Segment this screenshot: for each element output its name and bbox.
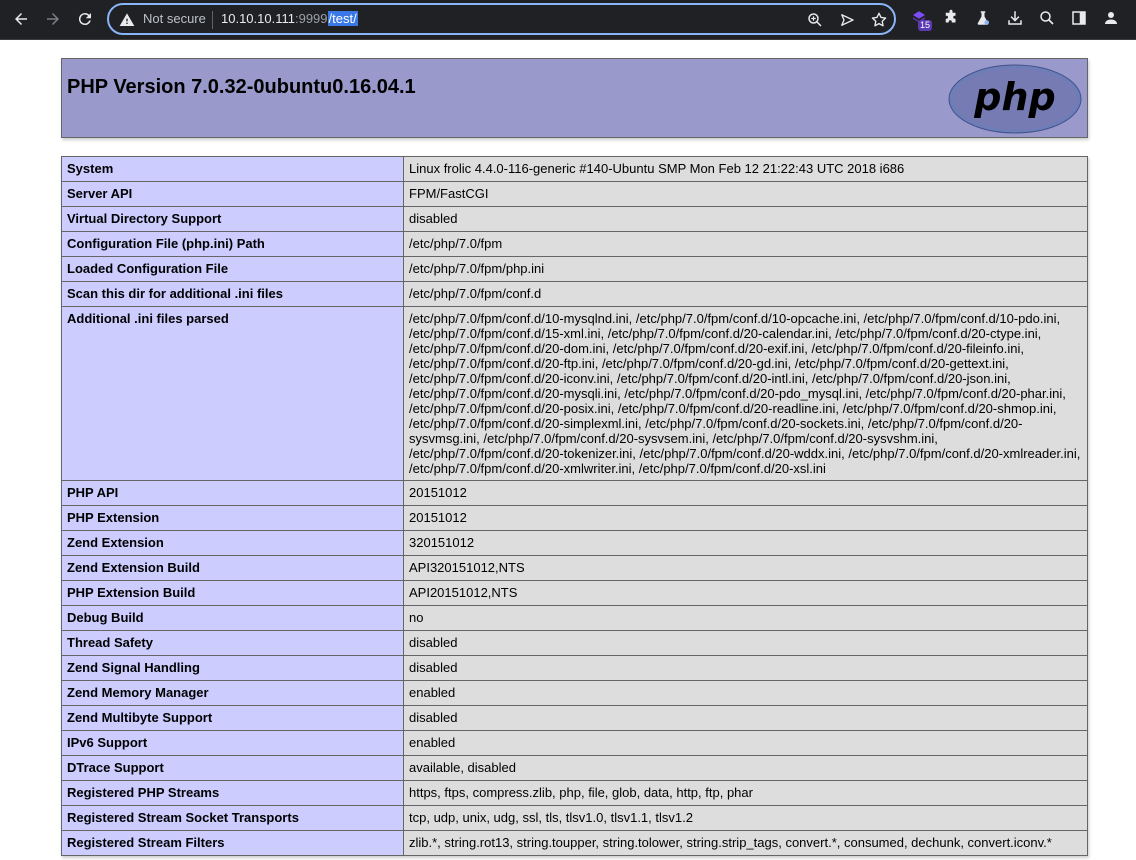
row-value: 20151012 — [403, 505, 1088, 531]
row-key: Thread Safety — [61, 630, 404, 656]
table-row: Zend Extension Build API320151012,NTS — [61, 555, 1088, 581]
url-path: /test/ — [327, 11, 358, 26]
table-row: PHP API 20151012 — [61, 480, 1088, 506]
url-host: 10.10.10.111 — [221, 11, 295, 26]
row-value: disabled — [403, 206, 1088, 232]
row-value: API320151012,NTS — [403, 555, 1088, 581]
url-port: :9999 — [294, 11, 328, 26]
table-row: Additional .ini files parsed/etc/php/7.0… — [61, 306, 1088, 481]
row-value: /etc/php/7.0/fpm/conf.d/10-mysqlnd.ini, … — [403, 306, 1088, 481]
download-icon[interactable] — [1006, 9, 1024, 27]
row-value: API20151012,NTS — [403, 580, 1088, 606]
reload-icon — [78, 13, 91, 26]
row-key: Zend Extension — [61, 530, 404, 556]
php-logo-icon[interactable]: php — [948, 64, 1082, 134]
table-row: Registered PHP Streams https, ftps, compr… — [61, 780, 1088, 806]
table-row: Zend Multibyte Support disabled — [61, 705, 1088, 731]
table-row: Server API FPM/FastCGI — [61, 181, 1088, 207]
table-row: Zend Memory Manager enabled — [61, 680, 1088, 706]
row-key: Zend Extension Build — [61, 555, 404, 581]
profile-icon[interactable] — [1102, 9, 1120, 27]
table-row: Thread Safety disabled — [61, 630, 1088, 656]
row-key: PHP Extension — [61, 505, 404, 531]
table-row: Zend Signal Handling disabled — [61, 655, 1088, 681]
lab-icon[interactable] — [974, 9, 992, 27]
php-info-table: System Linux frolic 4.4.0-116-generic #14… — [61, 156, 1088, 856]
table-row: Scan this dir for additional .ini files /… — [61, 281, 1088, 307]
separator — [212, 11, 213, 29]
search-icon[interactable] — [1038, 9, 1056, 27]
row-value: FPM/FastCGI — [403, 181, 1088, 207]
row-key: DTrace Support — [61, 755, 404, 781]
row-key: Registered Stream Filters — [61, 830, 404, 856]
row-value: available, disabled — [403, 755, 1088, 781]
php-logo-text: php — [973, 75, 1055, 119]
forward-icon — [47, 13, 59, 25]
table-row: Virtual Directory Support disabled — [61, 206, 1088, 232]
row-key: Zend Signal Handling — [61, 655, 404, 681]
url-text[interactable]: 10.10.10.111:9999/test/ — [221, 11, 358, 27]
extension-badge: 15 — [918, 20, 933, 31]
row-value: no — [403, 605, 1088, 631]
row-key: PHP Extension Build — [61, 580, 404, 606]
row-value: https, ftps, compress.zlib, php, file, g… — [403, 780, 1088, 806]
row-value: disabled — [403, 630, 1088, 656]
row-key: Zend Multibyte Support — [61, 705, 404, 731]
page-title: PHP Version 7.0.32-0ubuntu0.16.04.1 — [67, 76, 416, 98]
table-row: System Linux frolic 4.4.0-116-generic #14… — [61, 156, 1088, 182]
table-row: Loaded Configuration File/etc/php/7.0/fp… — [61, 256, 1088, 282]
security-label[interactable]: Not secure — [143, 11, 206, 27]
sidepanel-icon[interactable] — [1070, 9, 1088, 27]
reload-button[interactable] — [71, 6, 99, 32]
address-bar[interactable]: Not secure 10.10.10.111:9999/test/ — [107, 3, 896, 35]
send-icon[interactable] — [838, 11, 856, 29]
row-key: PHP API — [61, 480, 404, 506]
row-key: Server API — [61, 181, 404, 207]
row-key: Registered PHP Streams — [61, 780, 404, 806]
row-value: 20151012 — [403, 480, 1088, 506]
row-value: disabled — [403, 655, 1088, 681]
row-value: 320151012 — [403, 530, 1088, 556]
row-value: /etc/php/7.0/fpm/php.ini — [403, 256, 1088, 282]
table-row: Debug Build no — [61, 605, 1088, 631]
row-value: tcp, udp, unix, udg, ssl, tls, tlsv1.0, … — [403, 805, 1088, 831]
row-key: Scan this dir for additional .ini files — [61, 281, 404, 307]
table-row: IPv6 Support enabled — [61, 730, 1088, 756]
zoom-icon[interactable] — [806, 11, 824, 29]
back-icon — [15, 13, 27, 25]
row-value: enabled — [403, 730, 1088, 756]
table-row: PHP Extension 20151012 — [61, 505, 1088, 531]
row-key: Additional .ini files parsed — [61, 306, 404, 481]
row-key: IPv6 Support — [61, 730, 404, 756]
row-key: System — [61, 156, 404, 182]
row-key: Zend Memory Manager — [61, 680, 404, 706]
warning-icon — [119, 13, 135, 26]
table-row: Zend Extension 320151012 — [61, 530, 1088, 556]
row-value: /etc/php/7.0/fpm — [403, 231, 1088, 257]
row-key: Virtual Directory Support — [61, 206, 404, 232]
row-key: Registered Stream Socket Transports — [61, 805, 404, 831]
table-row: Registered Stream Filters zlib.*, string.… — [61, 830, 1088, 856]
star-icon[interactable] — [870, 11, 888, 29]
row-value: /etc/php/7.0/fpm/conf.d — [403, 281, 1088, 307]
row-key: Debug Build — [61, 605, 404, 631]
forward-button[interactable] — [39, 6, 67, 32]
row-value: enabled — [403, 680, 1088, 706]
back-button[interactable] — [7, 6, 35, 32]
row-value: zlib.*, string.rot13, string.toupper, st… — [403, 830, 1088, 856]
puzzle-icon[interactable] — [942, 9, 960, 27]
table-row: Registered Stream Socket Transports tcp, … — [61, 805, 1088, 831]
row-value: disabled — [403, 705, 1088, 731]
table-row: PHP Extension Build API20151012,NTS — [61, 580, 1088, 606]
php-header: PHP Version 7.0.32-0ubuntu0.16.04.1 php — [61, 58, 1088, 138]
table-row: Configuration File (php.ini) Path/etc/ph… — [61, 231, 1088, 257]
browser-toolbar: Not secure 10.10.10.111:9999/test/ 15 — [0, 0, 1136, 40]
row-value: Linux frolic 4.4.0-116-generic #140-Ubun… — [403, 156, 1088, 182]
row-key: Configuration File (php.ini) Path — [61, 231, 404, 257]
table-row: DTrace Support available, disabled — [61, 755, 1088, 781]
row-key: Loaded Configuration File — [61, 256, 404, 282]
